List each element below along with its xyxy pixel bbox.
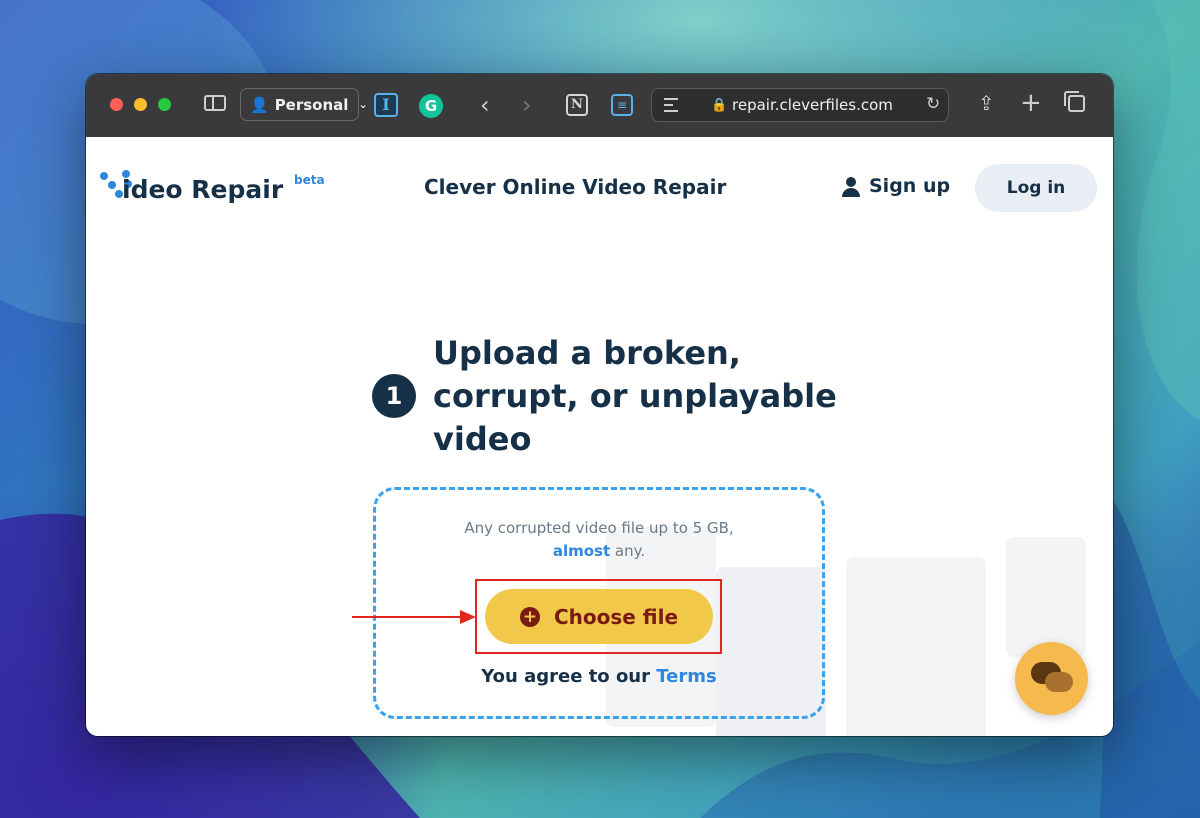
- reload-icon[interactable]: ↻: [926, 94, 940, 114]
- lock-icon: 🔒: [711, 98, 728, 113]
- upload-headline: Upload a broken, corrupt, or unplayable …: [433, 334, 837, 458]
- almost-link[interactable]: almost: [553, 542, 610, 560]
- signup-label: Sign up: [869, 175, 951, 197]
- profile-label: Personal: [274, 95, 349, 114]
- login-button[interactable]: Log in: [975, 164, 1097, 212]
- any-text: any.: [610, 542, 646, 560]
- address-bar[interactable]: 🔒 repair.cleverfiles.com ↻: [651, 88, 949, 122]
- tab-overview-icon[interactable]: [1064, 91, 1085, 112]
- logo-text: ideo Repair: [122, 175, 284, 204]
- reader-mode-icon[interactable]: [664, 98, 678, 112]
- notion-extension-icon[interactable]: N: [566, 94, 588, 116]
- instapaper-extension-icon[interactable]: I: [374, 93, 398, 117]
- plus-circle-icon: +: [519, 606, 540, 627]
- person-icon: 👤: [250, 95, 269, 114]
- sidebar-toggle-icon[interactable]: [204, 95, 226, 111]
- terms-link[interactable]: Terms: [656, 666, 716, 687]
- url-text: repair.cleverfiles.com: [732, 96, 893, 114]
- close-window-button[interactable]: [110, 98, 123, 111]
- site-title: Clever Online Video Repair: [424, 175, 727, 199]
- todoist-extension-icon[interactable]: ≡: [611, 94, 633, 116]
- annotation-arrow: [352, 610, 476, 624]
- upload-desc-line1: Any corrupted video file up to 5 GB,: [464, 519, 734, 537]
- chevron-down-icon: ⌄: [358, 98, 368, 111]
- beta-badge: beta: [294, 173, 325, 187]
- web-page: ideo Repair beta Clever Online Video Rep…: [86, 137, 1113, 736]
- chat-bubble-icon: [1045, 672, 1073, 692]
- upload-desc-line2: almost any.: [386, 540, 812, 563]
- share-icon[interactable]: ⇪: [978, 91, 995, 115]
- minimize-window-button[interactable]: [134, 98, 147, 111]
- choose-file-button[interactable]: + Choose file: [485, 589, 713, 644]
- browser-toolbar: 👤 Personal ⌄ I G ‹ › N ≡ 🔒 repair.clever…: [86, 74, 1113, 138]
- choose-file-label: Choose file: [553, 604, 679, 629]
- terms-prefix: You agree to our: [481, 666, 657, 687]
- browser-window: 👤 Personal ⌄ I G ‹ › N ≡ 🔒 repair.clever…: [86, 74, 1113, 736]
- user-icon: [842, 176, 860, 197]
- back-arrow-icon[interactable]: ‹: [480, 91, 490, 119]
- chat-widget-button[interactable]: [1015, 642, 1088, 715]
- forward-arrow-icon[interactable]: ›: [522, 91, 532, 119]
- signup-link[interactable]: Sign up: [842, 175, 950, 197]
- terms-notice: You agree to our Terms: [386, 666, 812, 687]
- step-number-badge: 1: [372, 374, 416, 418]
- grammarly-extension-icon[interactable]: G: [419, 94, 443, 118]
- new-tab-icon[interactable]: +: [1020, 88, 1042, 118]
- zoom-window-button[interactable]: [158, 98, 171, 111]
- profile-button[interactable]: 👤 Personal ⌄: [240, 88, 368, 121]
- upload-description: Any corrupted video file up to 5 GB, alm…: [386, 517, 812, 563]
